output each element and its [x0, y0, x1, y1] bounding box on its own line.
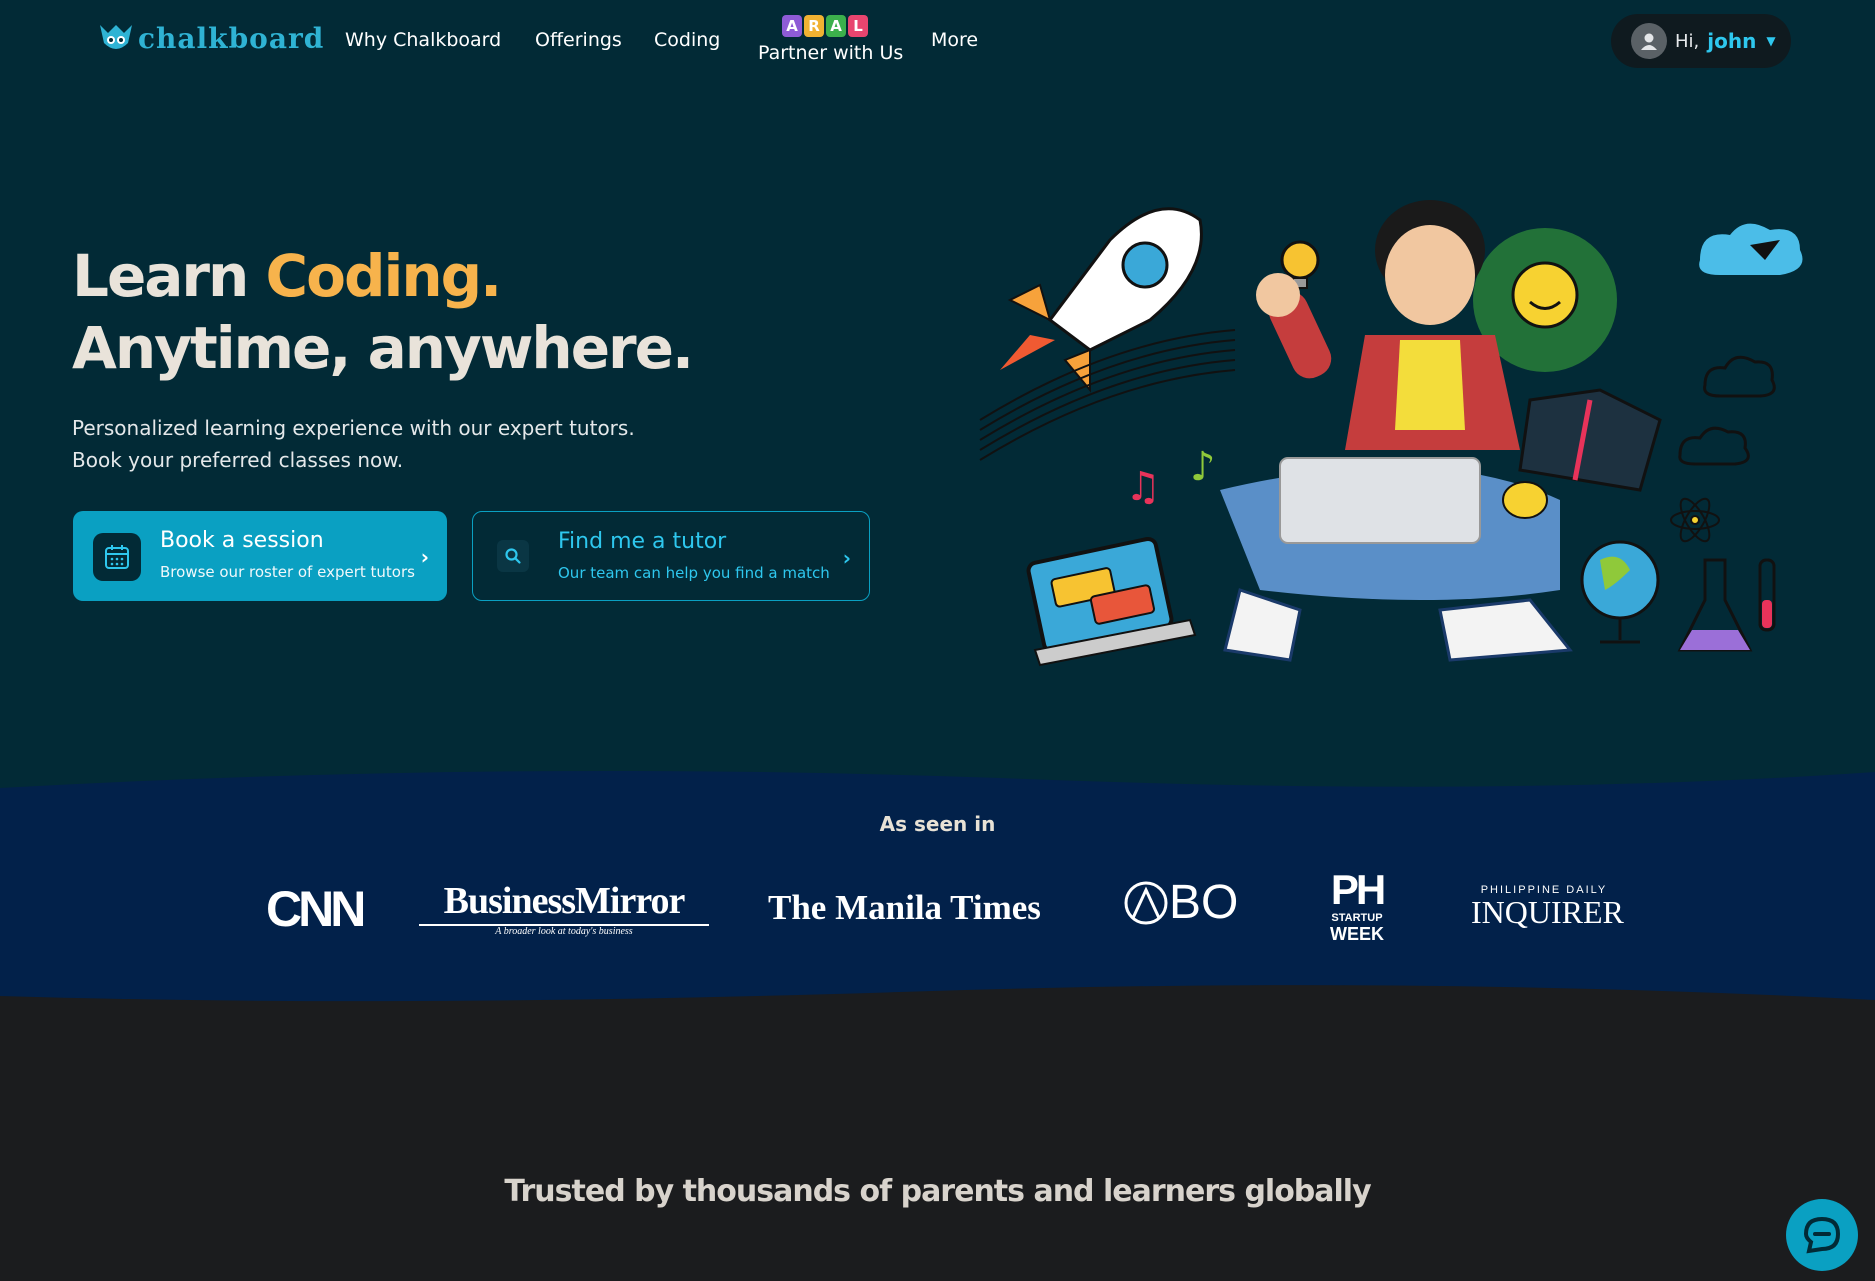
ph-startup-week: WEEK	[1330, 924, 1384, 944]
businessmirror-tagline: A broader look at today's business	[495, 926, 633, 937]
headline-learn: Learn	[72, 242, 249, 310]
ph-startup-week-logo: PH STARTUP WEEK	[1316, 866, 1398, 944]
businessmirror-name: BusinessMirror	[443, 880, 686, 922]
manila-times-logo: The Manila Times	[768, 888, 1041, 927]
logo-text: chalkboard	[138, 21, 325, 55]
find-tutor-button[interactable]: Find me a tutor Our team can help you fi…	[472, 511, 870, 601]
businessmirror-logo: BusinessMirror A broader look at today's…	[419, 880, 709, 937]
headline-anytime: Anytime, anywhere.	[72, 314, 694, 382]
abo-text: BO	[1169, 876, 1239, 929]
hero-subtitle: Personalized learning experience with ou…	[72, 412, 772, 476]
music-note-icon: ♪	[1190, 444, 1216, 490]
chat-icon	[1803, 1216, 1841, 1254]
find-tutor-title: Find me a tutor	[558, 529, 727, 554]
press-title: As seen in	[879, 812, 996, 836]
hero-headline: Learn Coding. Anytime, anywhere.	[72, 240, 694, 384]
aral-badge: A R A L	[782, 15, 868, 37]
hero-subtitle-line2: Book your preferred classes now.	[72, 448, 404, 472]
caret-down-icon: ▼	[1766, 34, 1776, 48]
cloud-outline-icon	[1678, 355, 1776, 466]
inquirer-name: INQUIRER	[1471, 894, 1624, 930]
book-session-button[interactable]: Book a session Browse our roster of expe…	[73, 511, 447, 601]
flask-icon	[1677, 558, 1776, 652]
globe-icon	[1580, 540, 1660, 644]
ph-startup-ph: PH	[1330, 866, 1386, 913]
book-icon	[1518, 388, 1662, 492]
book-session-desc: Browse our roster of expert tutors	[160, 563, 415, 581]
user-avatar-icon	[1631, 23, 1667, 59]
laptop-code-icon	[1026, 536, 1197, 667]
aral-letter-r: R	[804, 15, 824, 37]
calendar-icon	[93, 533, 141, 581]
cloud-icon	[1699, 223, 1803, 275]
top-nav: chalkboard Why Chalkboard Offerings Codi…	[0, 0, 1875, 84]
user-name: john	[1707, 29, 1757, 53]
find-tutor-desc: Our team can help you find a match	[558, 564, 830, 582]
trusted-heading: Trusted by thousands of parents and lear…	[504, 1174, 1371, 1209]
hero-subtitle-line1: Personalized learning experience with ou…	[72, 416, 635, 440]
chevron-right-icon: ›	[842, 546, 851, 570]
user-menu[interactable]: Hi, john ▼	[1611, 14, 1791, 68]
nav-partner-with-us[interactable]: Partner with Us	[758, 42, 903, 64]
music-note-icon: ♫	[1125, 464, 1161, 510]
book-session-title: Book a session	[160, 528, 324, 553]
abo-emblem-icon	[1124, 881, 1168, 925]
hero-illustration: ♫ ♪	[979, 200, 1803, 667]
nav-why-chalkboard[interactable]: Why Chalkboard	[345, 29, 501, 51]
rocket-icon	[1000, 207, 1203, 393]
bird-icon	[1502, 481, 1548, 519]
cnn-logo: CNN	[266, 881, 366, 937]
chevron-right-icon: ›	[420, 545, 429, 569]
nav-coding[interactable]: Coding	[654, 29, 720, 51]
chalkboard-logo[interactable]: chalkboard	[98, 18, 324, 58]
atom-icon	[1670, 497, 1720, 543]
nav-offerings[interactable]: Offerings	[535, 29, 622, 51]
inquirer-logo: PHILIPPINE DAILY INQUIRER	[1471, 884, 1624, 930]
nav-more[interactable]: More	[931, 29, 978, 51]
aral-letter-a: A	[782, 15, 802, 37]
aral-letter-a2: A	[826, 15, 846, 37]
headline-accent: Coding.	[265, 242, 503, 310]
search-icon	[497, 540, 529, 572]
abo-logo: BO	[1123, 876, 1239, 929]
chalkboard-logo-icon	[100, 25, 132, 49]
chat-button[interactable]	[1786, 1199, 1858, 1271]
aral-letter-l: L	[848, 15, 868, 37]
user-greeting: Hi,	[1675, 30, 1700, 52]
